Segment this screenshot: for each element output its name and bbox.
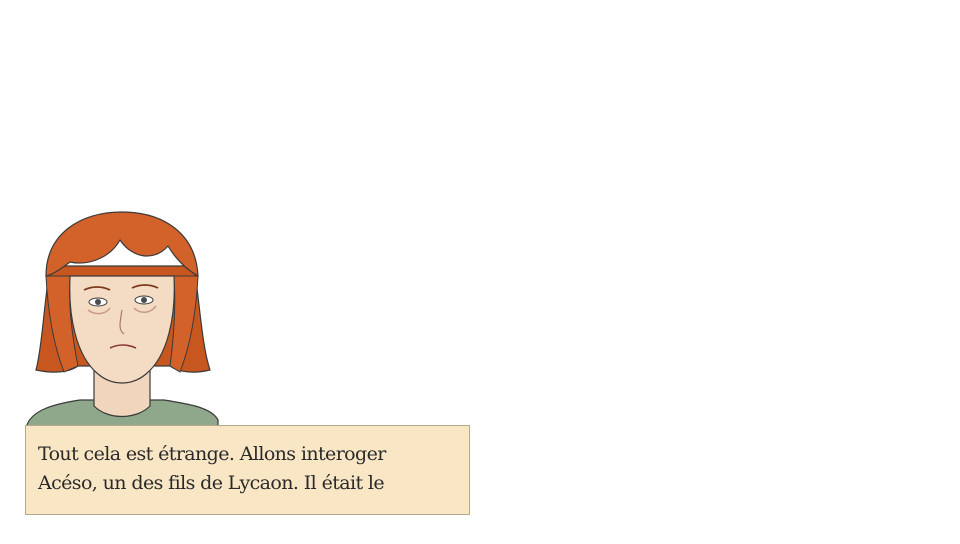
character-portrait — [25, 211, 219, 428]
dialog-box[interactable]: Tout cela est étrange. Allons interoger … — [25, 425, 470, 515]
right-pupil — [141, 297, 147, 303]
left-pupil — [95, 299, 101, 305]
game-scene[interactable]: Tout cela est étrange. Allons interoger … — [0, 0, 960, 544]
dialog-text: Tout cela est étrange. Allons interoger … — [38, 443, 386, 494]
face-shape — [69, 275, 175, 384]
